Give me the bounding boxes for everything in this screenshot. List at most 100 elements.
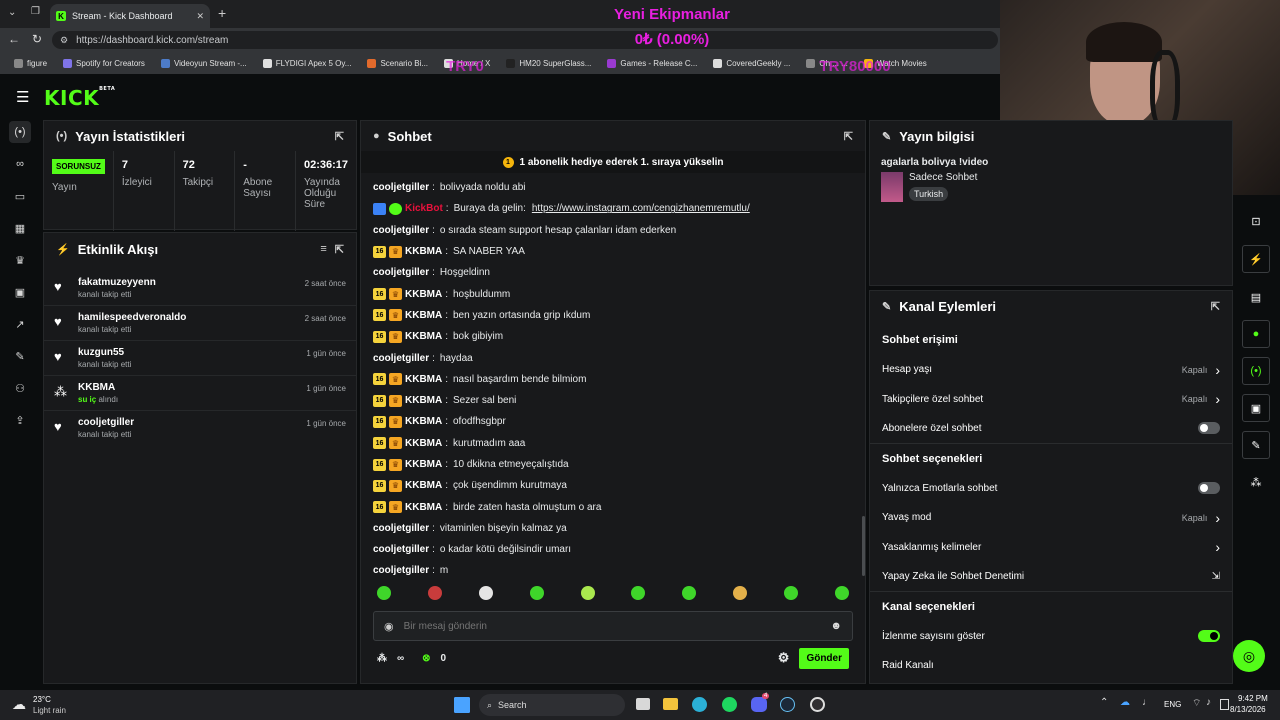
chat-message[interactable]: 16 ♛ KKBMA: kurutmadım aaa bbox=[361, 433, 865, 454]
toggle-switch[interactable] bbox=[1198, 422, 1220, 435]
popout-icon[interactable]: ⇱ bbox=[844, 130, 853, 143]
mic-icon[interactable]: ♩ bbox=[1142, 697, 1152, 708]
setting-row[interactable]: Takipçilere özel sohbet Kapalı › bbox=[870, 385, 1232, 415]
setting-row[interactable]: Abonelere özel sohbet bbox=[870, 414, 1232, 444]
battery-icon[interactable] bbox=[1220, 699, 1229, 710]
chat-username[interactable]: cooljetgiller bbox=[373, 353, 429, 364]
chat-username[interactable]: KKBMA bbox=[405, 395, 442, 406]
chat-username[interactable]: KKBMA bbox=[405, 459, 442, 470]
popout-icon[interactable]: ⇱ bbox=[335, 130, 344, 143]
explorer-icon[interactable] bbox=[663, 698, 678, 710]
url-field[interactable]: ⚙ https://dashboard.kick.com/stream bbox=[52, 31, 998, 49]
emoji-picker-icon[interactable]: ☻ bbox=[830, 620, 842, 632]
chat-message[interactable]: 16 ♛ KKBMA: bok gibiyim bbox=[361, 326, 865, 347]
obs-icon[interactable] bbox=[810, 697, 825, 712]
activity-item[interactable]: ♥ cooljetgiller kanalı takip etti 1 gün önc… bbox=[44, 411, 356, 446]
chat-username[interactable]: cooljetgiller bbox=[373, 182, 429, 193]
points-nav-icon[interactable]: ⁂ bbox=[1242, 468, 1270, 496]
chat-username[interactable]: cooljetgiller bbox=[373, 544, 429, 555]
volume-icon[interactable]: ♪ bbox=[1206, 697, 1211, 708]
chat-message[interactable]: 16 ♛ KKBMA: ben yazın ortasında grip ıkdum bbox=[361, 305, 865, 326]
clock-time[interactable]: 9:42 PM bbox=[1238, 694, 1268, 703]
taskbar-search[interactable]: ⌕ Search bbox=[479, 694, 625, 716]
chat-message[interactable]: 16 ♛ KKBMA: nasıl başardım bende bilmiom bbox=[361, 369, 865, 390]
chat-username[interactable]: KKBMA bbox=[405, 416, 442, 427]
chat-message[interactable]: 16 ♛ KKBMA:10 dkikna etmeyeçalıştıda bbox=[361, 454, 865, 475]
filter-icon[interactable]: ≡ bbox=[320, 243, 326, 255]
chat-settings-icon[interactable]: ⚙ bbox=[778, 650, 790, 666]
popout-icon[interactable]: ⇱ bbox=[335, 243, 344, 256]
chat-message[interactable]: 16 ♛ KKBMA: çok üşendimm kurutmaya bbox=[361, 475, 865, 496]
coin-icon[interactable]: ⊗ bbox=[422, 653, 430, 664]
chevron-right-icon[interactable]: › bbox=[1215, 362, 1220, 378]
quick-actions-icon[interactable]: ⚡ bbox=[1242, 245, 1270, 273]
chat-message[interactable]: cooljetgiller: haydaa bbox=[361, 347, 865, 368]
nav-trophy-icon[interactable]: ♛ bbox=[9, 249, 31, 271]
emote-icon[interactable] bbox=[529, 586, 544, 600]
setting-row[interactable]: Yavaş mod Kapalı › bbox=[870, 503, 1232, 533]
reload-icon[interactable]: ↻ bbox=[32, 32, 42, 46]
chat-username[interactable]: KKBMA bbox=[405, 289, 442, 300]
chat-username[interactable]: KKBMA bbox=[405, 246, 442, 257]
chat-message[interactable]: cooljetgiller: o sırada steam support hes… bbox=[361, 220, 865, 241]
emote-icon[interactable] bbox=[377, 586, 391, 600]
support-chat-icon[interactable]: ◎ bbox=[1233, 640, 1265, 672]
nav-video-icon[interactable]: ▣ bbox=[9, 281, 31, 303]
chat-username[interactable]: KKBMA bbox=[405, 374, 442, 385]
setting-row[interactable]: İzlenme sayısını göster bbox=[870, 622, 1232, 652]
workspace-icon[interactable]: ❐ bbox=[31, 6, 40, 17]
language-indicator[interactable]: ENG bbox=[1164, 700, 1181, 709]
emote-icon[interactable] bbox=[427, 586, 442, 600]
steam-icon[interactable] bbox=[780, 697, 795, 712]
chat-message[interactable]: 16 ♛ KKBMA: birde zaten hasta olmuştum o ar… bbox=[361, 496, 865, 517]
bookmark-item[interactable]: Games - Release C... bbox=[601, 58, 703, 68]
chat-username[interactable]: KKBMA bbox=[405, 331, 442, 342]
chat-message[interactable]: cooljetgiller: o kadar kötü değilsindir u… bbox=[361, 539, 865, 560]
clock-date[interactable]: 8/13/2026 bbox=[1230, 705, 1266, 714]
nav-tools-icon[interactable]: ✎ bbox=[9, 345, 31, 367]
chat-message[interactable]: 16 ♛ KKBMA: ofodfhsgbpr bbox=[361, 411, 865, 432]
emote-icon[interactable] bbox=[834, 586, 849, 600]
taskview-icon[interactable] bbox=[636, 698, 650, 710]
chevron-right-icon[interactable]: › bbox=[1215, 510, 1220, 526]
chat-message[interactable]: cooljetgiller: vitaminlen bişeyin kalmaz … bbox=[361, 518, 865, 539]
weather-icon[interactable]: ☁ bbox=[12, 696, 26, 713]
record-icon[interactable]: ◉ bbox=[384, 620, 394, 633]
chat-message[interactable]: cooljetgiller: bolivyada noldu abi bbox=[361, 177, 865, 198]
chat-link[interactable]: https://www.instagram.com/cengizhanemrem… bbox=[532, 203, 750, 214]
activity-item[interactable]: ⁂ KKBMA su iç alındı 1 gün önce bbox=[44, 376, 356, 411]
chat-message[interactable]: 16 ♛ KKBMA: Sezer sal beni bbox=[361, 390, 865, 411]
chat-username[interactable]: KKBMA bbox=[405, 438, 442, 449]
emote-icon[interactable] bbox=[631, 586, 646, 600]
settings-wrench-icon[interactable]: ✎ bbox=[1242, 431, 1270, 459]
chat-input[interactable]: ◉ ☻ bbox=[373, 611, 853, 641]
browser-tab[interactable]: K Stream - Kick Dashboard ✕ bbox=[50, 4, 210, 28]
kick-logo[interactable]: KICKBETA bbox=[44, 86, 115, 110]
emote-icon[interactable] bbox=[478, 586, 493, 600]
emote-icon[interactable] bbox=[784, 586, 798, 600]
mod-icon[interactable]: ▣ bbox=[1242, 394, 1270, 422]
chat-message[interactable]: 16 ♛ KKBMA: hoşbuldumm bbox=[361, 283, 865, 304]
external-link-icon[interactable]: ⇲ bbox=[1212, 571, 1220, 582]
new-tab-icon[interactable]: + bbox=[218, 5, 226, 21]
chat-input-field[interactable] bbox=[403, 620, 821, 632]
chevron-right-icon[interactable]: › bbox=[1215, 391, 1220, 407]
chat-message[interactable]: 16 ♛ KKBMA: SA NABER YAA bbox=[361, 241, 865, 262]
nav-users-icon[interactable]: ⚇ bbox=[9, 377, 31, 399]
nav-links-icon[interactable]: ∞ bbox=[9, 153, 31, 175]
bookmark-item[interactable]: figure bbox=[8, 58, 53, 68]
emote-icon[interactable] bbox=[682, 586, 697, 600]
bookmark-item[interactable]: Spotify for Creators bbox=[57, 58, 151, 68]
screenshot-icon[interactable]: ⊡ bbox=[1242, 207, 1270, 235]
bookmark-item[interactable]: Videoyun Stream -... bbox=[155, 58, 253, 68]
start-icon[interactable] bbox=[453, 696, 471, 714]
tab-list-icon[interactable]: ⌄ bbox=[8, 7, 16, 18]
emote-icon[interactable] bbox=[733, 586, 748, 600]
nav-stream-icon[interactable]: (•) bbox=[9, 121, 31, 143]
pinned-banner[interactable]: 1 1 abonelik hediye ederek 1. sıraya yük… bbox=[361, 151, 865, 173]
activity-item[interactable]: ♥ kuzgun55 kanalı takip etti 1 gün önce bbox=[44, 341, 356, 376]
chat-message[interactable]: cooljetgiller: Hoşgeldinn bbox=[361, 262, 865, 283]
setting-row[interactable]: Yasaklanmış kelimeler › bbox=[870, 533, 1232, 563]
send-button[interactable]: Gönder bbox=[799, 647, 849, 669]
chat-message[interactable]: KickBot: Buraya da gelin: https://www.inst… bbox=[361, 198, 865, 219]
